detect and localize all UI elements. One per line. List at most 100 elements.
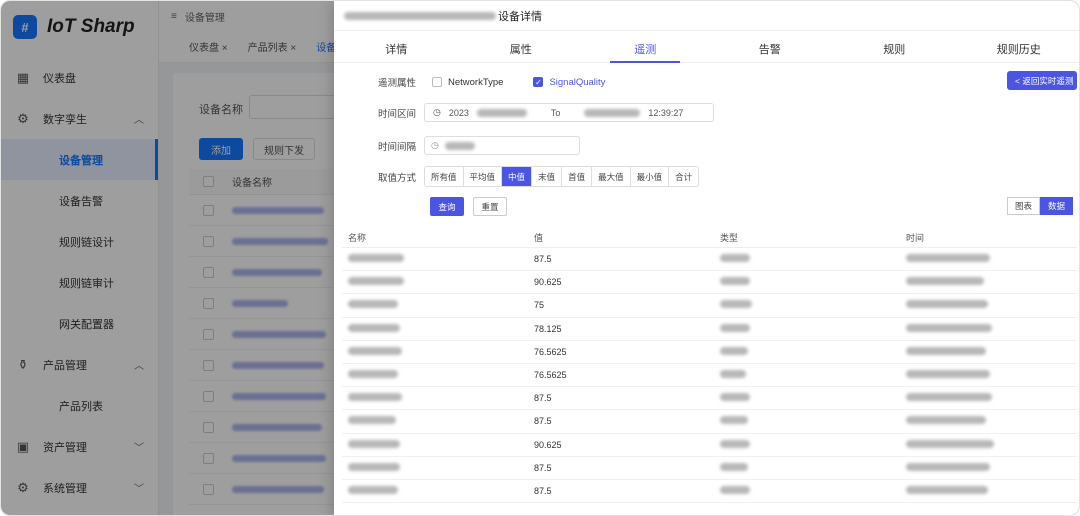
table-header: 名称 值 类型 时间	[342, 228, 1077, 248]
value-cell: 87.5	[534, 393, 552, 404]
telemetry-attributes-row: 遥测属性 NetworkType ✓ SignalQuality	[334, 75, 627, 90]
table-row: 87.5	[342, 248, 1077, 272]
redacted-cell	[906, 277, 984, 286]
redacted-cell	[348, 370, 398, 379]
redacted-cell	[906, 393, 992, 402]
redacted-cell	[906, 370, 990, 379]
telemetry-table: 名称 值 类型 时间 87.5 90.625 75 78.125 76.5625…	[342, 228, 1077, 504]
redacted-cell	[906, 462, 990, 471]
mode-min[interactable]: 最小值	[630, 167, 670, 186]
table-row: 90.625	[342, 271, 1077, 295]
network-type-label: NetworkType	[448, 76, 504, 88]
redacted-cell	[348, 254, 404, 263]
redacted-cell	[720, 370, 746, 379]
table-row: 76.5625	[342, 341, 1077, 364]
time-range-row: 时间区间 ◷ 2023 To 12:39:27	[334, 103, 714, 122]
range-start: 2023	[448, 107, 469, 118]
app-window: # IoT Sharp ▦ 仪表盘 ⚙ 数字孪生 ︿ 设备管理 设备告警 规则链…	[0, 0, 1080, 516]
chart-view-button[interactable]: 图表	[1006, 197, 1040, 215]
range-start-redacted	[476, 108, 527, 117]
mode-max[interactable]: 最大值	[592, 167, 631, 186]
tab-telemetry[interactable]: 遥测	[583, 35, 708, 63]
redacted-cell	[348, 346, 402, 355]
table-row: 87.5	[342, 480, 1077, 504]
return-realtime-button[interactable]: < 返回实时遥测	[1007, 71, 1077, 90]
value-cell: 76.5625	[534, 346, 567, 357]
value-cell: 87.5	[534, 462, 552, 473]
redacted-cell	[720, 277, 750, 286]
redacted-cell	[720, 485, 750, 494]
drawer-title: 设备详情	[334, 1, 1079, 31]
table-row: 90.625	[342, 434, 1077, 457]
reset-button[interactable]: 重置	[473, 197, 507, 216]
redacted-cell	[720, 346, 748, 355]
time-interval-label: 时间间隔	[377, 141, 416, 153]
mode-all[interactable]: 所有值	[425, 167, 464, 186]
network-type-checkbox[interactable]	[432, 77, 442, 87]
data-view-button[interactable]: 数据	[1039, 197, 1073, 215]
redacted-cell	[906, 439, 994, 448]
query-button[interactable]: 查询	[430, 197, 464, 216]
table-row: 87.5	[342, 410, 1077, 434]
range-end-redacted	[584, 108, 641, 117]
drawer-title-text: 设备详情	[498, 10, 542, 23]
range-separator: To	[550, 107, 561, 118]
mode-first[interactable]: 首值	[562, 167, 593, 186]
redacted-cell	[348, 462, 400, 471]
tab-rule-history[interactable]: 规则历史	[957, 35, 1080, 62]
value-cell: 90.625	[534, 439, 562, 450]
redacted-cell	[348, 439, 400, 448]
redacted-cell	[348, 393, 402, 402]
aggregation-label: 取值方式	[377, 172, 416, 184]
signal-quality-checkbox[interactable]: ✓	[533, 77, 544, 87]
time-interval-input[interactable]: ◷	[424, 136, 580, 155]
device-detail-drawer: 设备详情 详情 属性 遥测 告警 规则 规则历史 遥测属性 NetworkTyp…	[334, 1, 1080, 515]
redacted-cell	[348, 485, 398, 494]
table-row: 76.5625	[342, 364, 1077, 388]
column-time: 时间	[906, 233, 925, 243]
clock-icon: ◷	[433, 107, 441, 117]
value-cell: 87.5	[534, 485, 552, 496]
table-row: 78.125	[342, 318, 1077, 341]
mode-sum[interactable]: 合计	[669, 167, 699, 186]
redacted-cell	[906, 346, 986, 355]
redacted-cell	[720, 416, 748, 425]
value-cell: 87.5	[534, 416, 552, 427]
aggregation-selector: 所有值 平均值 中值 末值 首值 最大值 最小值 合计	[424, 166, 700, 187]
signal-quality-option[interactable]: ✓ SignalQuality	[533, 77, 605, 88]
redacted-cell	[720, 462, 748, 471]
mode-last[interactable]: 末值	[532, 167, 563, 186]
redacted-cell	[906, 323, 992, 332]
clock-icon: ◷	[431, 140, 439, 150]
table-row: 87.5	[342, 387, 1077, 411]
column-name: 名称	[348, 233, 367, 243]
aggregation-row: 取值方式 所有值 平均值 中值 末值 首值 最大值 最小值 合计	[334, 166, 700, 187]
time-interval-row: 时间间隔 ◷	[334, 136, 580, 155]
redacted-cell	[720, 393, 750, 402]
network-type-option[interactable]: NetworkType	[432, 77, 503, 88]
mode-median[interactable]: 中值	[502, 167, 533, 186]
interval-redacted	[444, 141, 475, 150]
device-name-redacted	[344, 11, 496, 20]
tab-alarms[interactable]: 告警	[708, 35, 833, 62]
mode-average[interactable]: 平均值	[463, 167, 503, 186]
tab-attributes[interactable]: 属性	[459, 35, 584, 62]
value-cell: 75	[534, 300, 545, 311]
column-type: 类型	[720, 233, 739, 243]
value-cell: 76.5625	[534, 370, 567, 381]
redacted-cell	[906, 254, 990, 263]
redacted-cell	[348, 416, 396, 425]
redacted-cell	[720, 323, 750, 332]
time-range-picker[interactable]: ◷ 2023 To 12:39:27	[424, 103, 714, 122]
table-row: 87.5	[342, 457, 1077, 480]
tab-rules[interactable]: 规则	[832, 35, 957, 62]
time-range-label: 时间区间	[377, 108, 416, 120]
tab-details[interactable]: 详情	[334, 35, 459, 62]
redacted-cell	[906, 485, 988, 494]
redacted-cell	[348, 300, 398, 309]
table-row: 75	[342, 294, 1077, 318]
redacted-cell	[906, 416, 986, 425]
drawer-tabs: 详情 属性 遥测 告警 规则 规则历史	[334, 35, 1080, 63]
column-value: 值	[534, 233, 544, 243]
redacted-cell	[348, 323, 400, 332]
